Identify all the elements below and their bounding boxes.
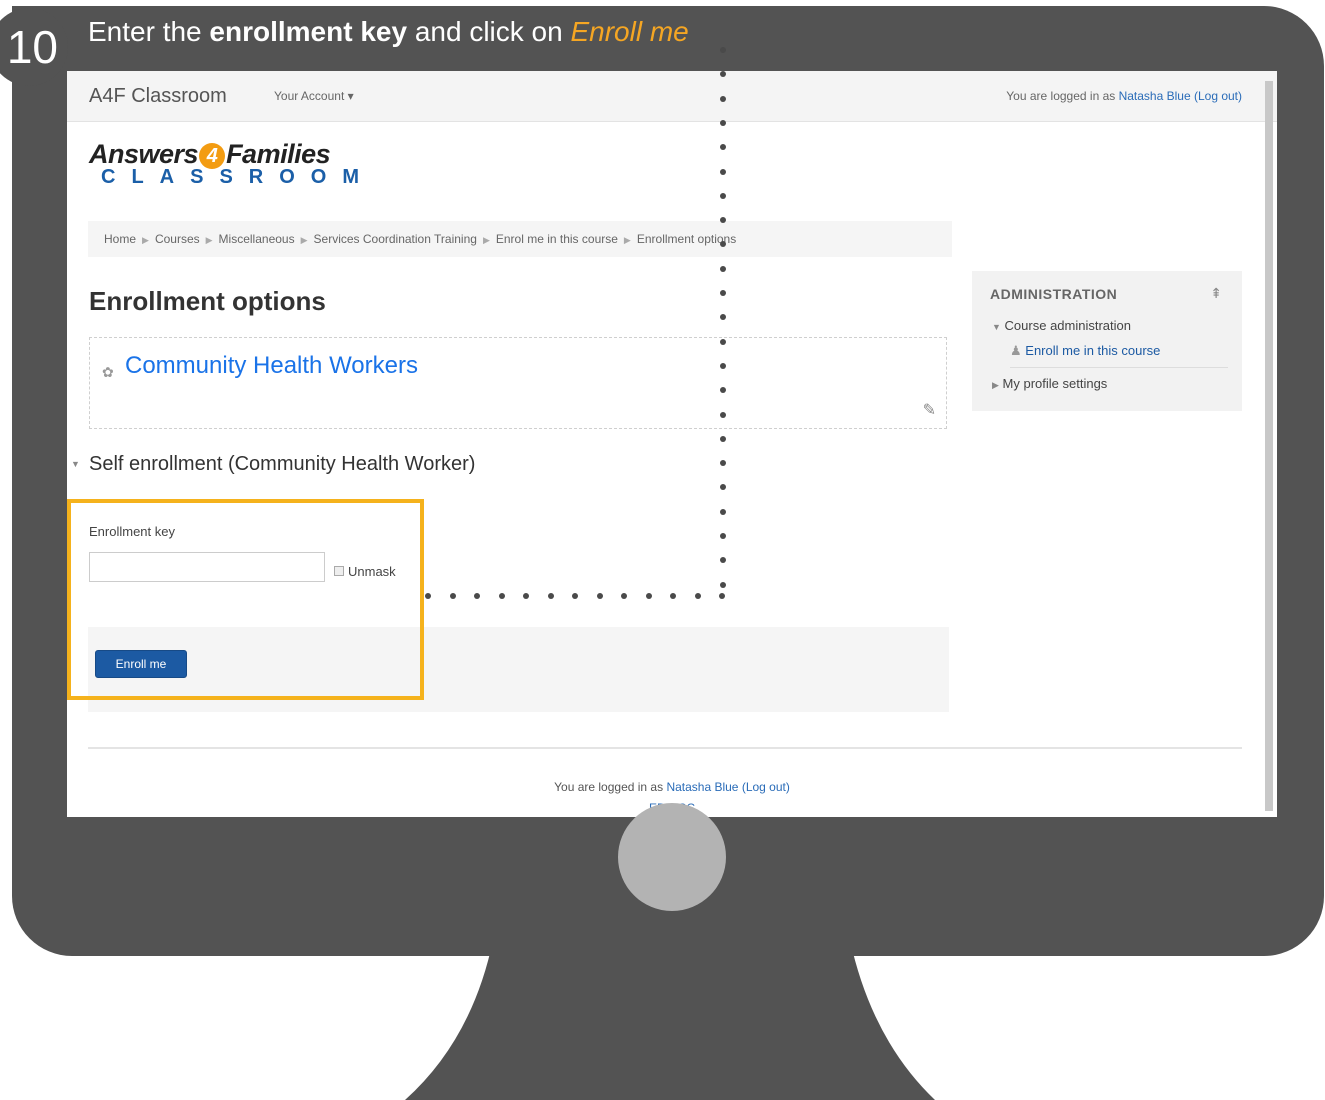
connector-dot (720, 192, 726, 199)
instruction-bold: enrollment key (209, 16, 408, 47)
dock-icon[interactable]: ⇞ (1210, 285, 1222, 302)
connector-dot (498, 593, 505, 599)
course-gear-icon: ✿ (102, 364, 114, 380)
profile-settings-item[interactable]: ▶ My profile settings (992, 376, 1107, 391)
connector-dot (572, 593, 578, 599)
enrol-me-link-label: Enroll me in this course (1025, 343, 1161, 358)
breadcrumb-separator-icon: ▶ (142, 235, 149, 245)
footer-divider (88, 747, 1242, 749)
connector-dot (719, 593, 725, 599)
breadcrumb-separator-icon: ▶ (300, 235, 308, 245)
profile-settings-label: My profile settings (1002, 376, 1108, 391)
connector-dot (449, 593, 456, 599)
enrol-me-link[interactable]: ♟ Enroll me in this course (1010, 343, 1160, 359)
connector-dot (720, 47, 726, 53)
breadcrumb-courses[interactable]: Courses (155, 232, 200, 246)
logout-link[interactable]: (Log out) (1194, 89, 1242, 103)
page-scrollbar[interactable] (1265, 81, 1273, 811)
collapse-toggle-icon[interactable]: ▼ (71, 459, 80, 469)
connector-dot (720, 411, 726, 418)
connector-dot (547, 593, 554, 599)
self-enrollment-heading[interactable]: Self enrollment (Community Health Worker… (89, 453, 475, 476)
breadcrumb-separator-icon: ▶ (482, 235, 490, 245)
course-administration-item[interactable]: ▼ Course administration (992, 318, 1131, 333)
page-title: Enrollment options (89, 286, 326, 316)
login-info: You are logged in as Natasha Blue (Log o… (1006, 89, 1242, 103)
instruction-text-1: Enter the (88, 16, 210, 47)
administration-title: ADMINISTRATION (990, 286, 1118, 302)
connector-dot (645, 593, 652, 599)
logo-text-families: Families (226, 139, 331, 169)
connector-dot (425, 593, 431, 599)
breadcrumb-separator-icon: ▶ (205, 235, 213, 245)
connector-dot (720, 508, 726, 515)
divider (1010, 367, 1228, 368)
footer-login-info: You are logged in as Natasha Blue (Log o… (67, 780, 1277, 794)
site-name-link[interactable]: A4F Classroom (89, 85, 227, 108)
connector-dot (523, 593, 529, 599)
connector-dot (720, 119, 726, 126)
expanded-arrow-icon: ▼ (992, 322, 1001, 332)
connector-dot (720, 265, 726, 272)
step-instruction: Enter the enrollment key and click on En… (88, 16, 689, 48)
connector-dot (720, 435, 726, 442)
logo-text-answers: Answers (89, 139, 199, 169)
footer-logout-link[interactable]: (Log out) (742, 780, 790, 794)
breadcrumb-home[interactable]: Home (104, 232, 136, 246)
connector-dot (621, 593, 627, 599)
connector-dot (720, 338, 726, 345)
site-logo[interactable]: Answers 4 Families CLASSROOM (89, 139, 375, 189)
breadcrumb-separator-icon: ▶ (623, 235, 631, 245)
connector-dot (720, 533, 726, 539)
user-icon: ♟ (1010, 343, 1022, 358)
connector-dot (694, 593, 701, 599)
course-info-box: ✿ Community Health Workers ✎ (89, 337, 947, 429)
footer-login-prefix: You are logged in as (554, 780, 667, 794)
footer-user-name-link[interactable]: Natasha Blue (666, 780, 738, 794)
course-name-link[interactable]: Community Health Workers (125, 352, 418, 380)
administration-block: ADMINISTRATION ⇞ ▼ Course administration… (972, 271, 1242, 411)
breadcrumb-miscellaneous[interactable]: Miscellaneous (219, 232, 295, 246)
breadcrumb: Home ▶ Courses ▶ Miscellaneous ▶ Services Coor… (88, 221, 952, 257)
connector-dot (474, 593, 480, 599)
instruction-italic: Enroll me (570, 16, 689, 47)
account-menu-dropdown[interactable]: Your Account ▾ (274, 89, 354, 103)
connector-dot (720, 95, 726, 102)
edit-icon[interactable]: ✎ (923, 400, 936, 420)
logo-text-classroom: CLASSROOM (101, 166, 375, 188)
connector-dot (720, 362, 726, 369)
connector-dot (596, 593, 603, 599)
monitor-power-button (618, 803, 726, 911)
breadcrumb-enrol[interactable]: Enrol me in this course (496, 232, 618, 246)
collapsed-arrow-icon: ▶ (992, 380, 999, 390)
instruction-text-2: and click on (407, 16, 571, 47)
breadcrumb-course[interactable]: Services Coordination Training (314, 232, 477, 246)
login-prefix: You are logged in as (1006, 89, 1119, 103)
highlight-callout-box (67, 499, 424, 700)
connector-dot (720, 581, 726, 588)
course-administration-label: Course administration (1004, 318, 1131, 333)
connector-dot (720, 168, 726, 175)
top-navbar: A4F Classroom Your Account ▾ You are log… (67, 71, 1277, 122)
browser-screen: A4F Classroom Your Account ▾ You are log… (67, 71, 1277, 817)
logo-four-icon: 4 (199, 142, 226, 169)
connector-dot (720, 290, 726, 296)
connector-dot (670, 593, 676, 599)
user-name-link[interactable]: Natasha Blue (1119, 89, 1191, 103)
